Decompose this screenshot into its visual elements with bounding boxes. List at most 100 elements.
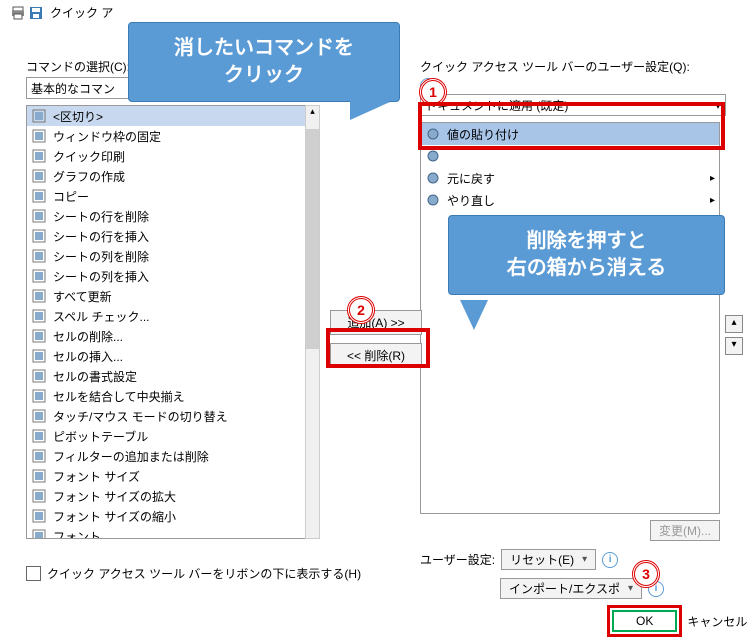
format-cells-icon xyxy=(31,368,47,384)
list-item[interactable]: スペル チェック... xyxy=(27,306,315,326)
list-item[interactable]: ウィンドウ枠の固定▸ xyxy=(27,126,315,146)
user-settings-label: ユーザー設定: xyxy=(420,551,495,568)
merge-center-icon xyxy=(31,388,47,404)
list-item[interactable]: タッチ/マウス モードの切り替え▸ xyxy=(27,406,315,426)
list-item-label: セルの挿入... xyxy=(53,348,123,365)
list-item-label: フォント サイズの拡大 xyxy=(53,488,176,505)
list-item[interactable]: セルの削除... xyxy=(27,326,315,346)
filter-icon xyxy=(31,448,47,464)
pivot-table-icon xyxy=(31,428,47,444)
list-item-label: セルを結合して中央揃え xyxy=(53,388,185,405)
dialog-title: クイック ア xyxy=(50,4,113,21)
list-item-label: やり直し xyxy=(447,192,495,209)
list-item-label: スペル チェック... xyxy=(53,308,150,325)
show-below-ribbon-checkbox[interactable] xyxy=(26,566,41,581)
cancel-button[interactable]: キャンセル xyxy=(687,613,747,630)
customize-qat-label: クイック アクセス ツール バーのユーザー設定(Q): xyxy=(420,58,720,75)
choose-commands-value: 基本的なコマン xyxy=(31,80,115,97)
commands-listbox[interactable]: <区切り>ウィンドウ枠の固定▸クイック印刷グラフの作成コピーシートの行を削除シー… xyxy=(26,105,316,539)
annotation-marker-1: 1 xyxy=(419,78,447,106)
list-item-label: フォント サイズの縮小 xyxy=(53,508,176,525)
list-item-label: フォント xyxy=(53,528,101,540)
list-item-label: シートの列を削除 xyxy=(53,248,149,265)
import-export-button[interactable]: インポート/エクスポ xyxy=(500,578,642,599)
move-down-button[interactable]: ▾ xyxy=(725,337,743,355)
modify-button: 変更(M)... xyxy=(650,520,720,541)
freeze-panes-icon xyxy=(31,128,47,144)
list-item-label: セルの書式設定 xyxy=(53,368,137,385)
delete-col-icon xyxy=(31,248,47,264)
save-icon xyxy=(28,5,44,21)
list-item-label: グラフの作成 xyxy=(53,168,125,185)
list-item[interactable]: フォント サイズの拡大 xyxy=(27,486,315,506)
list-item[interactable]: シートの行を挿入 xyxy=(27,226,315,246)
customize-qat-value: ドキュメントに適用 (既定) xyxy=(425,97,568,114)
list-item-label: セルの削除... xyxy=(53,328,123,345)
list-item[interactable]: セルを結合して中央揃え xyxy=(27,386,315,406)
list-item[interactable]: シートの列を削除 xyxy=(27,246,315,266)
list-item[interactable]: 値の貼り付け xyxy=(421,123,719,145)
ok-button[interactable]: OK xyxy=(612,610,677,632)
copy-icon xyxy=(31,188,47,204)
move-up-button[interactable]: ▴ xyxy=(725,315,743,333)
list-item[interactable]: コピー xyxy=(27,186,315,206)
separator-icon xyxy=(425,148,441,164)
remove-button[interactable]: << 削除(R) xyxy=(330,343,422,368)
dialog-header: クイック ア xyxy=(0,0,749,21)
list-item-label: シートの行を挿入 xyxy=(53,228,149,245)
callout-2-tail xyxy=(460,300,488,330)
list-item-label: フォント サイズ xyxy=(53,468,140,485)
list-item[interactable]: クイック印刷 xyxy=(27,146,315,166)
qat-icons xyxy=(10,5,44,21)
font-size-icon xyxy=(31,468,47,484)
customize-qat-combo[interactable]: ドキュメントに適用 (既定) ▾ xyxy=(420,94,726,116)
list-item-label: タッチ/マウス モードの切り替え xyxy=(53,408,228,425)
chart-icon xyxy=(31,168,47,184)
list-item-label: すべて更新 xyxy=(53,288,112,305)
list-item[interactable]: <区切り> xyxy=(27,106,315,126)
font-grow-icon xyxy=(31,488,47,504)
insert-cell-icon xyxy=(31,348,47,364)
show-below-ribbon-label: クイック アクセス ツール バーをリボンの下に表示する(H) xyxy=(47,565,361,582)
insert-row-icon xyxy=(31,228,47,244)
list-item-label: コピー xyxy=(53,188,89,205)
list-item-label: 元に戻す xyxy=(447,170,495,187)
list-item[interactable]: セルの挿入... xyxy=(27,346,315,366)
font-icon xyxy=(31,528,47,539)
annotation-marker-2: 2 xyxy=(347,296,375,324)
list-item-label: シートの行を削除 xyxy=(53,208,149,225)
undo-icon xyxy=(425,170,441,186)
list-item[interactable]: ピボットテーブル xyxy=(27,426,315,446)
list-item[interactable]: グラフの作成 xyxy=(27,166,315,186)
chevron-down-icon: ▾ xyxy=(715,98,721,112)
list-item[interactable]: フォント サイズ▸ xyxy=(27,466,315,486)
list-item[interactable]: シートの行を削除 xyxy=(27,206,315,226)
print-icon xyxy=(10,5,26,21)
list-item[interactable]: やり直し ▸ xyxy=(421,189,719,211)
scrollbar[interactable]: ▴ xyxy=(305,105,320,539)
scrollbar-thumb[interactable] xyxy=(306,129,319,349)
font-shrink-icon xyxy=(31,508,47,524)
list-item[interactable]: セルの書式設定 xyxy=(27,366,315,386)
list-item-label: クイック印刷 xyxy=(53,148,125,165)
info-icon[interactable]: i xyxy=(602,552,618,568)
reset-button[interactable]: リセット(E) xyxy=(501,549,596,570)
list-item-label: ウィンドウ枠の固定 xyxy=(53,128,161,145)
list-item[interactable]: シートの列を挿入 xyxy=(27,266,315,286)
list-item[interactable]: すべて更新 xyxy=(27,286,315,306)
list-item[interactable]: 元に戻す▸ xyxy=(421,167,719,189)
callout-2: 削除を押すと右の箱から消える xyxy=(448,215,725,295)
refresh-all-icon xyxy=(31,288,47,304)
separator-icon xyxy=(31,108,47,124)
delete-row-icon xyxy=(31,208,47,224)
list-item[interactable]: フォント▸ xyxy=(27,526,315,539)
list-item-label: フィルターの追加または削除 xyxy=(53,448,209,465)
quick-print-icon xyxy=(31,148,47,164)
submenu-arrow-icon: ▸ xyxy=(710,195,715,206)
list-item[interactable] xyxy=(421,145,719,167)
list-item[interactable]: フィルターの追加または削除 xyxy=(27,446,315,466)
spell-check-icon xyxy=(31,308,47,324)
list-item[interactable]: フォント サイズの縮小 xyxy=(27,506,315,526)
delete-cell-icon xyxy=(31,328,47,344)
add-button[interactable]: 追加(A) >> xyxy=(330,310,422,335)
